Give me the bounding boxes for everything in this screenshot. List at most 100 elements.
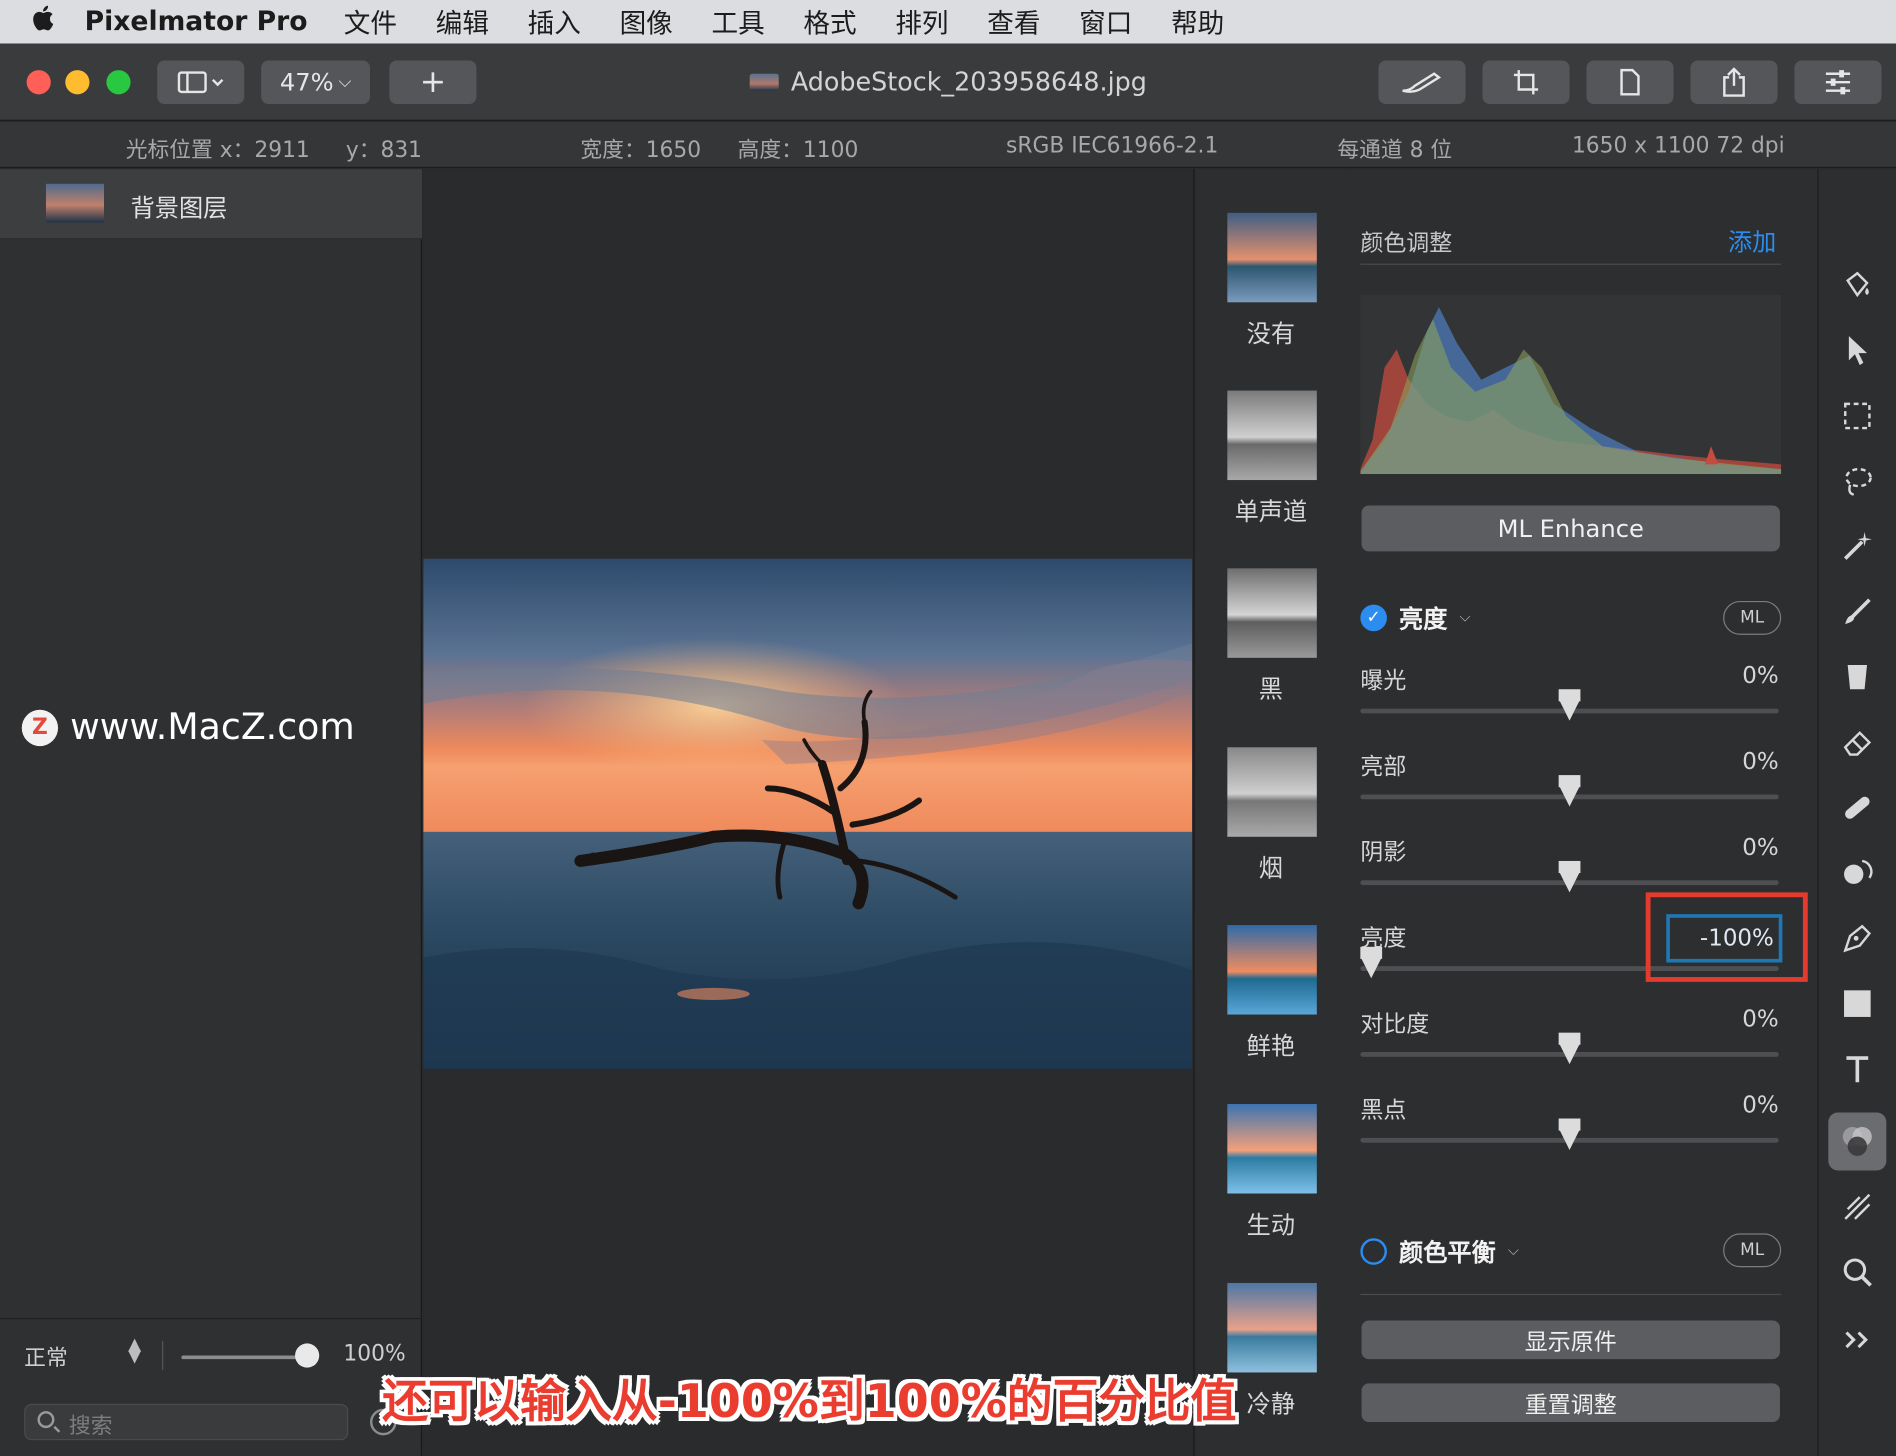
add-adjustment-link[interactable]: 添加 <box>1728 222 1776 257</box>
reset-adjustments-button[interactable]: 重置调整 <box>1361 1383 1780 1423</box>
lasso-icon[interactable] <box>1828 452 1886 510</box>
color-adjust-icon[interactable] <box>1828 1112 1887 1171</box>
slider-knob[interactable] <box>1558 689 1581 721</box>
menu-edit[interactable]: 编辑 <box>436 2 489 41</box>
menu-format[interactable]: 格式 <box>803 2 856 41</box>
slider-knob[interactable] <box>1360 946 1383 979</box>
sidebar-toggle-button[interactable] <box>157 60 245 104</box>
menu-arrange[interactable]: 排列 <box>895 2 948 41</box>
chevron-down-icon: ⌵ <box>1507 1241 1519 1259</box>
slider-value[interactable]: 0% <box>1742 834 1778 861</box>
slider-knob[interactable] <box>1558 1118 1581 1150</box>
tutorial-caption: 还可以输入从-100%到100%的百分比值 <box>382 1374 1237 1429</box>
cursor-y: y：831 <box>345 137 423 164</box>
preset-thumbnail <box>1227 1103 1317 1194</box>
cursor-x: 光标位置 x：2911 <box>125 137 310 164</box>
section-title: 颜色平衡 <box>1399 1238 1496 1268</box>
shape-icon[interactable] <box>1828 975 1886 1033</box>
menu-view[interactable]: 查看 <box>987 2 1040 41</box>
slider-value[interactable]: 0% <box>1742 1006 1778 1033</box>
updown-arrows-icon[interactable]: ▲ ▼ <box>128 1336 141 1365</box>
pointer-icon[interactable] <box>1828 322 1886 380</box>
photo-canvas[interactable] <box>423 558 1193 1069</box>
menu-window[interactable]: 窗口 <box>1079 2 1132 41</box>
section-title: 亮度 <box>1399 604 1448 634</box>
adjustment-slider[interactable]: 亮部 0% <box>1360 748 1781 821</box>
preset-thumbnail <box>1227 390 1317 481</box>
zoom-icon[interactable] <box>1828 1243 1886 1301</box>
rect-select-icon[interactable] <box>1828 387 1886 445</box>
slider-knob[interactable] <box>1558 860 1581 893</box>
fill-icon[interactable] <box>1828 648 1886 706</box>
document-title: AdobeStock_203958648.jpg <box>749 68 1147 97</box>
share-icon <box>1723 67 1745 97</box>
eraser-icon[interactable] <box>1828 713 1886 771</box>
section-header-brightness[interactable]: ✓ 亮度 ⌵ <box>1360 600 1471 635</box>
add-button[interactable]: + <box>389 60 477 104</box>
slider-value[interactable]: 0% <box>1742 663 1778 690</box>
zoom-window-button[interactable] <box>106 70 131 95</box>
slider-value[interactable]: 0% <box>1742 1092 1778 1119</box>
divider <box>1360 263 1782 265</box>
more-tools-icon[interactable] <box>1828 1311 1886 1369</box>
pen-icon[interactable] <box>1828 909 1886 967</box>
preset-label: 烟 <box>1258 853 1283 883</box>
adjustment-slider[interactable]: 黑点 0% <box>1360 1092 1781 1165</box>
brush-icon[interactable] <box>1828 583 1886 641</box>
opacity-slider-knob[interactable] <box>295 1343 320 1368</box>
divider <box>1360 1293 1782 1296</box>
slider-label: 曝光 <box>1360 667 1407 695</box>
preset-thumbnail <box>1227 568 1317 658</box>
preset-thumbnail <box>1227 925 1317 1015</box>
info-bar: 光标位置 x：2911 y：831 宽度：1650 高度：1100 sRGB I… <box>0 122 1896 169</box>
crop-button[interactable] <box>1482 60 1570 104</box>
layer-search-input[interactable]: 搜索 <box>24 1403 349 1441</box>
layer-row-background[interactable]: 背景图层 <box>0 169 423 240</box>
paint-bucket-icon[interactable] <box>1828 256 1886 314</box>
blend-mode-select[interactable]: 正常 <box>24 1341 68 1372</box>
effects-icon[interactable] <box>1828 1178 1886 1236</box>
close-window-button[interactable] <box>26 70 51 95</box>
checkmark-icon[interactable]: ✓ <box>1360 603 1387 631</box>
section-header-color-balance[interactable]: 颜色平衡 ⌵ <box>1360 1233 1519 1268</box>
text-icon[interactable] <box>1828 1040 1886 1098</box>
zoom-level: 47% <box>279 67 334 97</box>
preset-label: 黑 <box>1258 674 1283 704</box>
sidebar-icon <box>177 71 224 94</box>
clone-icon[interactable] <box>1828 844 1886 902</box>
ml-toggle-button[interactable]: ML <box>1723 600 1782 635</box>
ml-enhance-button[interactable]: ML Enhance <box>1361 505 1780 552</box>
export-button[interactable] <box>1586 60 1674 104</box>
menu-image[interactable]: 图像 <box>620 2 673 41</box>
annotation-highlight-box <box>1645 892 1808 982</box>
checkbox-circle-icon[interactable] <box>1360 1237 1387 1265</box>
opacity-value: 100% <box>343 1341 406 1367</box>
search-placeholder: 搜索 <box>68 1413 113 1439</box>
slider-value[interactable]: 0% <box>1742 748 1778 775</box>
show-original-button[interactable]: 显示原件 <box>1361 1320 1780 1360</box>
sliders-icon <box>1825 70 1851 95</box>
slider-knob[interactable] <box>1558 775 1581 807</box>
adjustment-slider[interactable]: 曝光 0% <box>1360 663 1781 736</box>
slider-knob[interactable] <box>1558 1032 1581 1065</box>
zoom-dropdown[interactable]: 47% ⌵ <box>261 60 371 104</box>
menu-help[interactable]: 帮助 <box>1171 2 1224 41</box>
heal-icon[interactable] <box>1828 779 1886 837</box>
adjustment-slider[interactable]: 对比度 0% <box>1360 1006 1781 1079</box>
image-width: 宽度：1650 <box>580 137 702 164</box>
share-button[interactable] <box>1690 60 1778 104</box>
ml-toggle-button[interactable]: ML <box>1723 1233 1782 1268</box>
tools-panel-button[interactable] <box>1794 60 1882 104</box>
menu-tools[interactable]: 工具 <box>711 2 764 41</box>
layers-sidebar: 背景图层 Z www.MacZ.com 正常 ▲ ▼ 100% 搜索 <box>0 169 423 1456</box>
apple-menu-icon[interactable] <box>0 5 85 39</box>
app-menu[interactable]: Pixelmator Pro <box>85 7 308 37</box>
chevron-down-icon: ⌵ <box>338 72 352 92</box>
canvas-area[interactable] <box>423 169 1193 1456</box>
watermark-text: www.MacZ.com <box>70 706 355 749</box>
markup-button[interactable] <box>1378 60 1466 104</box>
menu-insert[interactable]: 插入 <box>528 2 581 41</box>
minimize-window-button[interactable] <box>65 70 90 95</box>
magic-wand-icon[interactable] <box>1828 518 1886 576</box>
menu-file[interactable]: 文件 <box>344 2 397 41</box>
